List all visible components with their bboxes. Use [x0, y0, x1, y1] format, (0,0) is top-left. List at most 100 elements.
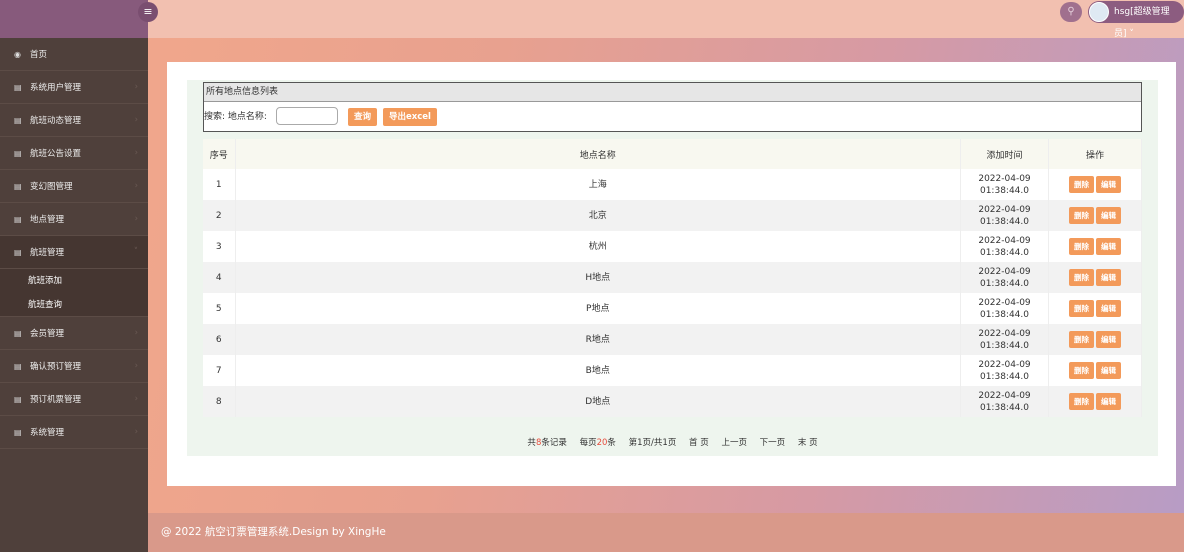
chevron-right-icon: ›: [134, 148, 138, 158]
delete-button[interactable]: 删除: [1069, 269, 1094, 286]
chevron-down-icon: ˅: [133, 247, 138, 257]
added-time: 2022-04-09 01:38:44.0: [960, 386, 1049, 417]
sidebar-item[interactable]: ▤ 确认预订管理 ›: [0, 350, 148, 383]
sidebar-item[interactable]: ▤ 航班动态管理 ›: [0, 104, 148, 137]
total-records: 共8条记录: [527, 438, 567, 448]
sidebar: ◉ 首页 ▤ 系统用户管理 › ▤ 航班动态管理 › ▤ 航班公告设置 › ▤ 变幻图管理 › ▤ 地点管理 ›…: [0, 38, 148, 552]
added-time: 2022-04-09 01:38:44.0: [960, 355, 1049, 386]
col-header: 添加时间: [960, 139, 1049, 169]
search-panel: 所有地点信息列表 搜索: 地点名称: 查询 导出excel: [203, 82, 1142, 132]
sidebar-item[interactable]: ▤ 航班公告设置 ›: [0, 137, 148, 170]
delete-button[interactable]: 删除: [1069, 207, 1094, 224]
top-bar: [0, 0, 1184, 38]
location-name: 北京: [235, 200, 961, 231]
row-no: 1: [203, 169, 236, 200]
delete-button[interactable]: 删除: [1069, 176, 1094, 193]
location-name: R地点: [235, 324, 961, 355]
delete-button[interactable]: 删除: [1069, 238, 1094, 255]
menu-toggle-button[interactable]: ≡: [138, 2, 158, 22]
list-icon: ▤: [14, 182, 22, 191]
table-row: 7 B地点 2022-04-09 01:38:44.0 删除 编辑: [203, 355, 1142, 386]
dashboard-icon: ◉: [14, 50, 21, 59]
edit-button[interactable]: 编辑: [1096, 393, 1121, 410]
chevron-right-icon: ›: [134, 115, 138, 125]
added-time: 2022-04-09 01:38:44.0: [960, 200, 1049, 231]
sidebar-item[interactable]: ▤ 航班管理 ˅: [0, 236, 148, 269]
panel-title: 所有地点信息列表: [204, 83, 1141, 102]
sidebar-item-label: 会员管理: [30, 329, 65, 339]
sidebar-item[interactable]: ▤ 系统管理 ›: [0, 416, 148, 449]
list-icon: ▤: [14, 149, 22, 158]
sidebar-item-label: 航班公告设置: [30, 149, 82, 159]
delete-button[interactable]: 删除: [1069, 362, 1094, 379]
location-name: P地点: [235, 293, 961, 324]
row-no: 2: [203, 200, 236, 231]
delete-button[interactable]: 删除: [1069, 331, 1094, 348]
location-table: 序号 地点名称 添加时间 操作 1 上海 2022-04-09 01:38:44.0 删…: [203, 139, 1142, 417]
chevron-right-icon: ›: [134, 328, 138, 338]
query-button[interactable]: 查询: [348, 108, 378, 126]
added-time: 2022-04-09 01:38:44.0: [960, 231, 1049, 262]
chevron-right-icon: ›: [134, 394, 138, 404]
added-time: 2022-04-09 01:38:44.0: [960, 293, 1049, 324]
prev-page-link[interactable]: 上一页: [721, 438, 747, 448]
list-icon: ▤: [14, 215, 22, 224]
location-name: H地点: [235, 262, 961, 293]
sidebar-item[interactable]: ◉ 首页: [0, 38, 148, 71]
sidebar-item[interactable]: ▤ 地点管理 ›: [0, 203, 148, 236]
pagination: 共8条记录 每页20条 第1页/共1页 首 页 上一页 下一页 末 页: [187, 436, 1158, 448]
table-row: 3 杭州 2022-04-09 01:38:44.0 删除 编辑: [203, 231, 1142, 262]
edit-button[interactable]: 编辑: [1096, 238, 1121, 255]
sidebar-subitem[interactable]: 航班添加: [0, 269, 148, 293]
row-no: 7: [203, 355, 236, 386]
edit-button[interactable]: 编辑: [1096, 176, 1121, 193]
first-page-link[interactable]: 首 页: [689, 438, 709, 448]
edit-button[interactable]: 编辑: [1096, 269, 1121, 286]
list-icon: ▤: [14, 248, 22, 257]
content-inner: 所有地点信息列表 搜索: 地点名称: 查询 导出excel 序号 地点名称 添加…: [187, 80, 1158, 456]
per-page: 每页20条: [579, 438, 616, 448]
edit-button[interactable]: 编辑: [1096, 300, 1121, 317]
sidebar-item[interactable]: ▤ 系统用户管理 ›: [0, 71, 148, 104]
export-excel-button[interactable]: 导出excel: [383, 108, 437, 126]
sidebar-item-label: 预订机票管理: [30, 395, 82, 405]
user-menu[interactable]: hsg[超级管理员] ˅: [1088, 1, 1184, 39]
footer: @ 2022 航空订票管理系统.Design by XingHe: [148, 513, 1184, 552]
sidebar-item-label: 确认预订管理: [30, 362, 82, 372]
chevron-right-icon: ›: [134, 361, 138, 371]
edit-button[interactable]: 编辑: [1096, 331, 1121, 348]
last-page-link[interactable]: 末 页: [798, 438, 818, 448]
col-header: 地点名称: [235, 139, 961, 169]
next-page-link[interactable]: 下一页: [760, 438, 786, 448]
sidebar-item-label: 航班管理: [30, 248, 65, 258]
delete-button[interactable]: 删除: [1069, 393, 1094, 410]
row-no: 3: [203, 231, 236, 262]
search-label: 搜索: 地点名称:: [204, 112, 267, 122]
search-button[interactable]: ⚲: [1060, 2, 1082, 22]
sidebar-item[interactable]: ▤ 会员管理 ›: [0, 317, 148, 350]
location-name: 上海: [235, 169, 961, 200]
edit-button[interactable]: 编辑: [1096, 207, 1121, 224]
chevron-right-icon: ›: [134, 181, 138, 191]
sidebar-item-label: 地点管理: [30, 215, 65, 225]
list-icon: ▤: [14, 428, 22, 437]
chevron-right-icon: ›: [134, 427, 138, 437]
sidebar-item-label: 变幻图管理: [30, 182, 73, 192]
table-row: 6 R地点 2022-04-09 01:38:44.0 删除 编辑: [203, 324, 1142, 355]
table-row: 4 H地点 2022-04-09 01:38:44.0 删除 编辑: [203, 262, 1142, 293]
content-card: 所有地点信息列表 搜索: 地点名称: 查询 导出excel 序号 地点名称 添加…: [167, 62, 1176, 486]
table-row: 2 北京 2022-04-09 01:38:44.0 删除 编辑: [203, 200, 1142, 231]
row-no: 8: [203, 386, 236, 417]
page-info: 第1页/共1页: [628, 438, 677, 448]
sidebar-item-label: 系统用户管理: [30, 83, 82, 93]
delete-button[interactable]: 删除: [1069, 300, 1094, 317]
sidebar-item[interactable]: ▤ 预订机票管理 ›: [0, 383, 148, 416]
col-header: 操作: [1048, 139, 1142, 169]
sidebar-subitem[interactable]: 航班查询: [0, 293, 148, 317]
list-icon: ▤: [14, 329, 22, 338]
chevron-right-icon: ›: [134, 82, 138, 92]
location-name-input[interactable]: [276, 107, 338, 125]
edit-button[interactable]: 编辑: [1096, 362, 1121, 379]
sidebar-item-label: 首页: [30, 50, 48, 60]
sidebar-item[interactable]: ▤ 变幻图管理 ›: [0, 170, 148, 203]
